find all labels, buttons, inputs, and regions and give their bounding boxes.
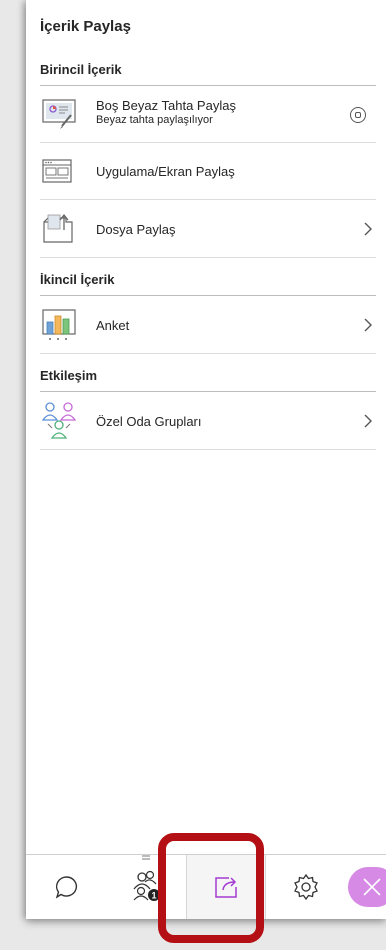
panel-title: İçerik Paylaş	[40, 18, 131, 35]
share-content-icon	[215, 877, 237, 898]
chevron-right-icon	[364, 414, 372, 428]
attendees-icon: 1	[133, 870, 160, 901]
share-file-item[interactable]: Dosya Paylaş	[40, 200, 376, 258]
chevron-right-icon	[364, 222, 372, 236]
close-icon	[363, 878, 381, 896]
section-heading-label: Birincil İçerik	[40, 62, 122, 77]
chat-icon	[55, 876, 78, 899]
poll-item[interactable]: Anket	[40, 296, 376, 354]
stop-sharing-icon[interactable]	[350, 107, 366, 123]
screen-share-icon	[42, 157, 74, 190]
share-whiteboard-item[interactable]: Boş Beyaz Tahta Paylaş Beyaz tahta payla…	[40, 86, 376, 143]
tab-attendees[interactable]: 1	[106, 855, 186, 919]
share-application-screen-item[interactable]: Uygulama/Ekran Paylaş	[40, 143, 376, 200]
settings-icon	[294, 873, 318, 901]
tab-settings[interactable]	[266, 855, 346, 919]
svg-text:1: 1	[151, 891, 156, 901]
whiteboard-icon	[42, 96, 80, 135]
breakout-groups-label: Özel Oda Grupları	[96, 414, 202, 429]
share-file-label: Dosya Paylaş	[96, 222, 176, 237]
close-panel-button[interactable]	[348, 867, 386, 907]
drag-handle-icon[interactable]	[140, 855, 152, 861]
section-heading-interaction: Etkileşim	[40, 368, 376, 392]
tab-share-content[interactable]	[186, 855, 266, 919]
file-share-icon	[42, 212, 76, 249]
poll-chart-icon	[42, 308, 78, 347]
breakout-groups-item[interactable]: Özel Oda Grupları	[40, 392, 376, 450]
section-heading-primary: Birincil İçerik	[40, 62, 376, 86]
section-heading-label: Etkileşim	[40, 368, 98, 383]
share-whiteboard-status: Beyaz tahta paylaşılıyor	[96, 114, 213, 126]
section-heading-secondary: İkincil İçerik	[40, 272, 376, 296]
bottom-navigation-bar: 1	[26, 854, 386, 919]
poll-label: Anket	[96, 318, 130, 333]
share-content-panel: İçerik Paylaş Birincil İçerik Boş Beyaz …	[26, 0, 386, 919]
share-whiteboard-label: Boş Beyaz Tahta Paylaş	[96, 98, 236, 113]
breakout-groups-icon	[41, 400, 78, 445]
chevron-right-icon	[364, 318, 372, 332]
section-heading-label: İkincil İçerik	[40, 272, 115, 287]
tab-chat[interactable]	[26, 855, 106, 919]
share-application-screen-label: Uygulama/Ekran Paylaş	[96, 164, 235, 179]
